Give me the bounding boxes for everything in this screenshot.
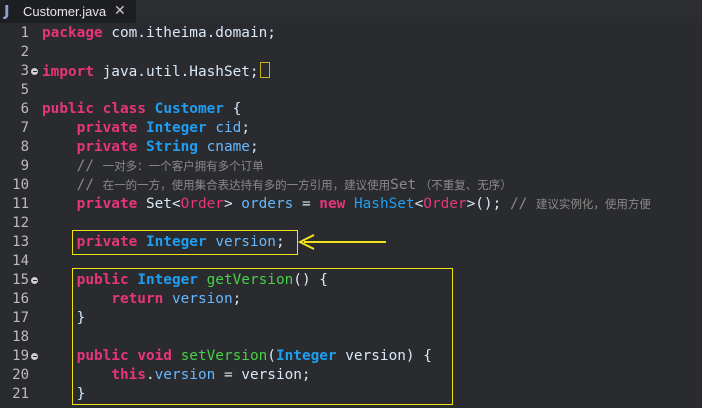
code-text: package com.itheima.domain;: [42, 24, 276, 43]
code-token: new: [319, 196, 346, 212]
code-token: Integer: [145, 120, 207, 136]
code-line[interactable]: 1 package com.itheima.domain;: [0, 24, 702, 43]
code-token: //: [509, 196, 536, 212]
code-token: <: [414, 196, 424, 212]
line-number: 5: [20, 82, 29, 98]
code-line[interactable]: 6 public class Customer {: [0, 100, 702, 119]
tab-customer-java[interactable]: J Customer.java ✕: [0, 0, 136, 23]
code-line[interactable]: 9 // 一对多：一个客户拥有多个订单: [0, 157, 702, 176]
code-token: ;: [241, 120, 250, 136]
arrow-annotation-icon: [297, 234, 386, 250]
code-token: class: [102, 101, 146, 117]
code-token: java.util.HashSet;: [93, 64, 259, 80]
line-number: 9: [20, 158, 29, 174]
code-line[interactable]: 5: [0, 81, 702, 100]
line-number: 21: [12, 386, 29, 402]
code-text: public class Customer {: [42, 100, 241, 119]
line-number: 17: [12, 310, 29, 326]
fold-toggle-icon[interactable]: [31, 68, 38, 75]
code-token: private: [76, 139, 138, 155]
tab-label: Customer.java: [23, 4, 107, 19]
editor-tab-bar: J Customer.java ✕: [0, 0, 702, 23]
code-token: package: [42, 25, 103, 41]
line-number: 2: [20, 44, 29, 60]
code-text: import java.util.HashSet;: [42, 62, 270, 82]
code-token: Set<: [137, 196, 181, 212]
line-number: 1: [20, 25, 29, 41]
code-token: {: [223, 101, 242, 117]
code-token: Order: [180, 196, 224, 212]
line-number: 6: [20, 101, 29, 117]
code-token: public: [42, 101, 94, 117]
code-token: orders: [241, 196, 294, 212]
code-token: //: [76, 158, 103, 174]
code-line[interactable]: 2: [0, 43, 702, 62]
line-number: 19: [12, 348, 29, 364]
code-token: =: [293, 196, 320, 212]
java-file-icon: J: [4, 2, 10, 20]
code-line[interactable]: 11 private Set<Order> orders = new HashS…: [0, 195, 702, 214]
fold-toggle-icon[interactable]: [31, 277, 38, 284]
line-number: 8: [20, 139, 29, 155]
code-token: //: [76, 177, 103, 193]
code-token: String: [145, 139, 198, 155]
line-number: 11: [12, 196, 29, 212]
code-token: 一对多：一个客户拥有多个订单: [102, 159, 264, 173]
line-number: 3: [20, 63, 29, 79]
code-text: private Set<Order> orders = new HashSet<…: [42, 195, 651, 214]
code-token: >: [223, 196, 242, 212]
code-token: cname: [206, 139, 250, 155]
line-number: 16: [12, 291, 29, 307]
code-text: private Integer cid;: [42, 119, 250, 138]
code-token: >();: [466, 196, 510, 212]
code-text: private String cname;: [42, 138, 259, 157]
code-token: 在一的一方，使用集合表达持有多的一方引用，建议使用: [102, 178, 391, 192]
code-token: import: [42, 64, 94, 80]
code-token: ;: [249, 139, 259, 155]
code-token: 建议实例化，使用方便: [535, 197, 651, 211]
line-number: 10: [12, 177, 29, 193]
code-text: // 在一的一方，使用集合表达持有多的一方引用，建议使用Set （不重复、无序）: [42, 176, 512, 195]
code-line[interactable]: 3 import java.util.HashSet;: [0, 62, 702, 81]
code-token: Customer: [154, 101, 224, 117]
line-number: 18: [12, 329, 29, 345]
line-number: 20: [12, 367, 29, 383]
line-number: 14: [12, 253, 29, 269]
line-number: 15: [12, 272, 29, 288]
line-number: 13: [12, 234, 29, 250]
code-token: （不重复、无序）: [416, 178, 512, 192]
line-number: 12: [12, 215, 29, 231]
version-field-highlight: [72, 230, 298, 255]
code-token: com.itheima.domain;: [102, 25, 276, 41]
code-token: private: [76, 120, 138, 136]
code-token: Order: [423, 196, 467, 212]
code-line[interactable]: 10 // 在一的一方，使用集合表达持有多的一方引用，建议使用Set （不重复、…: [0, 176, 702, 195]
code-token: cid: [215, 120, 242, 136]
code-line[interactable]: 7 private Integer cid;: [0, 119, 702, 138]
code-token: HashSet: [353, 196, 415, 212]
line-number: 7: [20, 120, 29, 136]
fold-toggle-icon[interactable]: [31, 353, 38, 360]
code-line[interactable]: 8 private String cname;: [0, 138, 702, 157]
code-text: // 一对多：一个客户拥有多个订单: [42, 157, 264, 176]
collapsed-import-marker-icon[interactable]: [259, 62, 270, 78]
version-accessors-highlight: [72, 268, 453, 405]
code-token: private: [76, 196, 138, 212]
close-icon[interactable]: ✕: [114, 3, 126, 19]
code-token: Set: [390, 177, 417, 193]
